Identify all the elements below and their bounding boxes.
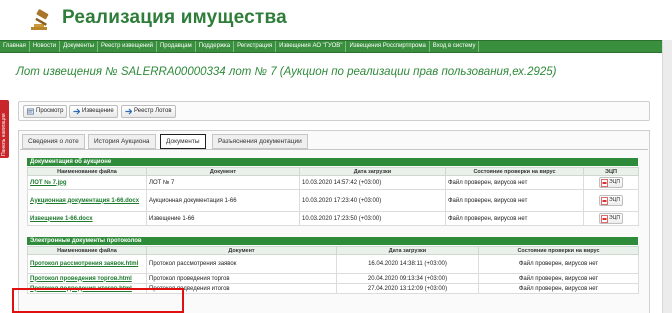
ecp-label: ЭЦП	[609, 179, 620, 185]
nav-registration[interactable]: Регистрация	[234, 41, 277, 52]
status-cell: Файл проверен, вирусов нет	[445, 175, 584, 190]
navigation-panel-label: Панель навигации	[1, 113, 7, 156]
notice-icon	[73, 108, 80, 115]
document-cell: Протокол проведения торгов	[146, 273, 337, 284]
status-cell: Файл проверен, вирусов нет	[445, 189, 584, 212]
table-row: Аукционная документация 1-66.docx Аукцио…	[27, 189, 639, 212]
table-row: ЛОТ № 7.jpg ЛОТ № 7 10.03.2020 14:57:42 …	[27, 175, 639, 190]
lot-toolbar: Просмотр Извещение Реестр Лотов	[18, 101, 650, 121]
col-upload-date: Дата загрузки	[299, 167, 446, 176]
ecp-pdf-icon	[601, 197, 608, 205]
tab-documents[interactable]: Документы	[160, 134, 206, 149]
col-document: Документ	[146, 167, 300, 176]
nav-notice-registry[interactable]: Реестр извещений	[98, 41, 157, 52]
ecp-label: ЭЦП	[609, 215, 620, 221]
date-cell: 10.03.2020 17:23:40 (+03:00)	[299, 189, 446, 212]
tab-lot-info[interactable]: Сведения о лоте	[22, 134, 85, 149]
ecp-button[interactable]: ЭЦП	[599, 177, 623, 188]
gavel-logo-icon[interactable]	[28, 7, 54, 33]
file-link[interactable]: Извещение 1-66.docx	[30, 216, 93, 222]
col-document: Документ	[146, 246, 337, 255]
tabs-divider	[20, 149, 648, 150]
notice-button-label: Извещение	[82, 108, 114, 114]
ecp-pdf-icon	[601, 215, 608, 223]
nav-rosspirtprom-notices[interactable]: Извещения Росспиртпрома	[346, 41, 430, 52]
file-link[interactable]: ЛОТ № 7.jpg	[30, 180, 67, 186]
table-row: Протокол рассмотрения заявок.html Проток…	[27, 254, 639, 274]
file-link[interactable]: Аукционная документация 1-66.docx	[30, 198, 139, 204]
document-cell: ЛОТ № 7	[146, 175, 300, 190]
navigation-panel-tab[interactable]: Панель навигации	[0, 100, 9, 158]
status-cell: Файл проверен, вирусов нет	[478, 283, 639, 294]
nav-login[interactable]: Вход в систему	[430, 41, 480, 52]
file-link[interactable]: Протокол рассмотрения заявок.html	[30, 261, 138, 267]
date-cell: 10.03.2020 17:23:50 (+03:00)	[299, 211, 446, 226]
document-cell: Аукционная документация 1-66	[146, 189, 300, 212]
view-button-label: Просмотр	[36, 108, 64, 114]
ecp-button[interactable]: ЭЦП	[599, 195, 623, 206]
col-virus-status: Состояние проверки на вирус	[478, 246, 639, 255]
lot-registry-button[interactable]: Реестр Лотов	[121, 105, 176, 118]
date-cell: 27.04.2020 13:12:09 (+03:00)	[336, 283, 479, 294]
date-cell: 10.03.2020 14:57:42 (+03:00)	[299, 175, 446, 190]
col-virus-status: Состояние проверки на вирус	[445, 167, 584, 176]
tab-documentation-clarifications[interactable]: Разъяснения документации	[212, 134, 308, 149]
nav-news[interactable]: Новости	[30, 41, 61, 52]
status-cell: Файл проверен, вирусов нет	[478, 273, 639, 284]
page-scrollbar[interactable]	[662, 40, 672, 313]
file-link[interactable]: Протокол проведения торгов.html	[30, 276, 132, 282]
ecp-button[interactable]: ЭЦП	[599, 213, 623, 224]
document-cell: Извещение 1-66	[146, 211, 300, 226]
nav-sellers[interactable]: Продавцам	[157, 41, 196, 52]
col-file-name: Наименование файла	[27, 246, 147, 255]
table-row: Извещение 1-66.docx Извещение 1-66 10.03…	[27, 211, 639, 226]
main-nav: Главная Новости Документы Реестр извещен…	[0, 40, 662, 53]
document-cell: Протокол рассмотрения заявок	[146, 254, 337, 274]
ecp-label: ЭЦП	[609, 197, 620, 203]
col-upload-date: Дата загрузки	[336, 246, 479, 255]
protocol-docs-table: Наименование файла Документ Дата загрузк…	[27, 246, 639, 294]
site-header: Реализация имущества	[0, 0, 672, 40]
site-title[interactable]: Реализация имущества	[62, 7, 287, 29]
col-ecp: ЭЦП	[583, 167, 639, 176]
auction-docs-header: Документация об аукционе	[27, 158, 638, 166]
tab-auction-history[interactable]: История Аукциона	[88, 134, 156, 149]
protocol-docs-header: Электронные документы протоколов	[27, 237, 638, 245]
registry-icon	[125, 108, 132, 115]
lot-title: Лот извещения № SALERRA00000334 лот № 7 …	[16, 66, 557, 78]
status-cell: Файл проверен, вирусов нет	[478, 254, 639, 274]
date-cell: 16.04.2020 14:38:11 (+03:00)	[336, 254, 479, 274]
nav-home[interactable]: Главная	[0, 41, 30, 52]
nav-support[interactable]: Поддержка	[196, 41, 235, 52]
table-row: Протокол проведения торгов.html Протокол…	[27, 273, 639, 284]
highlight-box	[12, 288, 184, 313]
auction-docs-table: Наименование файла Документ Дата загрузк…	[27, 167, 639, 226]
col-file-name: Наименование файла	[27, 167, 147, 176]
ecp-pdf-icon	[601, 179, 608, 187]
view-button[interactable]: Просмотр	[23, 105, 68, 118]
lot-registry-button-label: Реестр Лотов	[134, 108, 172, 114]
nav-documents[interactable]: Документы	[60, 41, 99, 52]
status-cell: Файл проверен, вирусов нет	[445, 211, 584, 226]
notice-button[interactable]: Извещение	[69, 105, 118, 118]
date-cell: 20.04.2020 09:13:34 (+03:00)	[336, 273, 479, 284]
nav-guov-notices[interactable]: Извещения АО "ГУОВ"	[276, 41, 347, 52]
view-icon	[27, 108, 34, 115]
